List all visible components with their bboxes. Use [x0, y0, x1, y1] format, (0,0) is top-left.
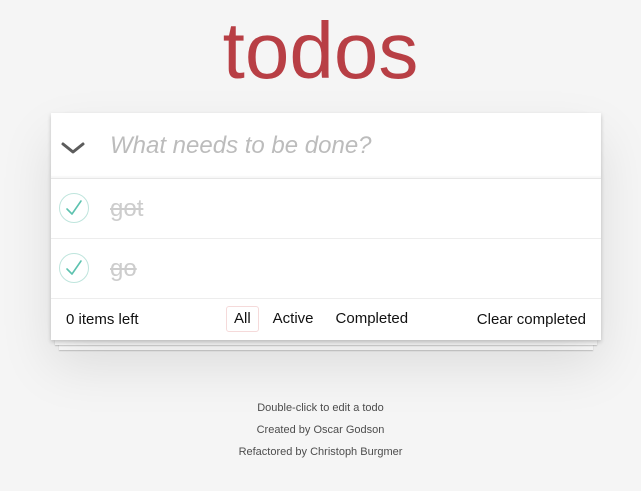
todo-label[interactable]: go	[110, 254, 137, 284]
todo-label[interactable]: got	[110, 194, 143, 224]
chevron-down-icon	[61, 142, 85, 154]
checkmark-icon	[66, 260, 82, 275]
info-created-by: Created by Oscar Godson	[256, 424, 385, 436]
filter-active[interactable]: Active	[265, 306, 322, 332]
todo-item[interactable]: go	[51, 239, 601, 299]
todo-footer: 0 items left All Active Completed Clear …	[51, 299, 601, 340]
todo-item[interactable]: got	[51, 179, 601, 239]
todo-toggle[interactable]	[59, 193, 89, 223]
items-left-count: 0 items left	[66, 311, 139, 328]
todo-card: got go 0 items left All Active Completed…	[51, 113, 601, 340]
app-title: todos	[222, 6, 419, 95]
checkmark-icon	[66, 200, 82, 215]
card-stack-shadow	[55, 340, 597, 345]
filter-completed[interactable]: Completed	[328, 306, 417, 332]
toggle-all-button[interactable]	[58, 133, 88, 163]
new-todo-row	[51, 113, 601, 179]
clear-completed-button[interactable]: Clear completed	[477, 311, 586, 328]
info-edit-hint: Double-click to edit a todo	[257, 402, 384, 414]
filter-all[interactable]: All	[226, 306, 259, 332]
filter-list: All Active Completed	[226, 306, 416, 332]
todo-app: got go 0 items left All Active Completed…	[51, 113, 601, 350]
todo-toggle[interactable]	[59, 253, 89, 283]
new-todo-input[interactable]	[110, 127, 580, 165]
info-refactored-by: Refactored by Christoph Burgmer	[238, 446, 403, 458]
